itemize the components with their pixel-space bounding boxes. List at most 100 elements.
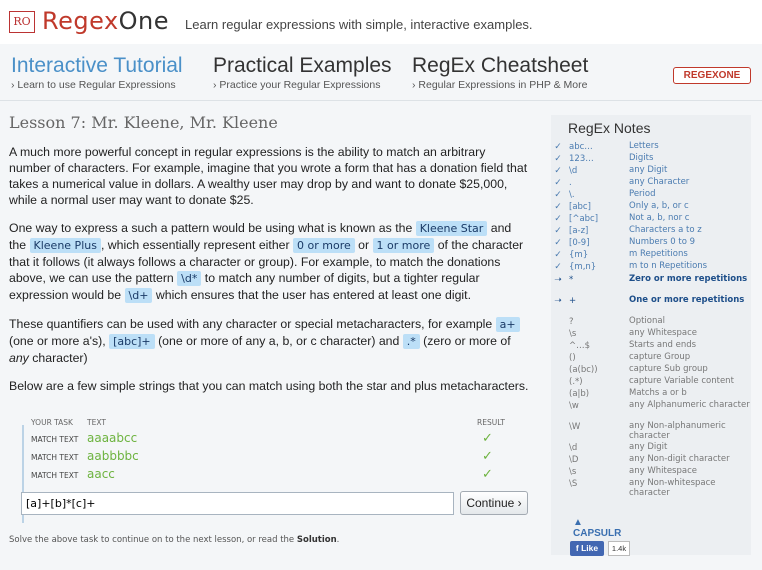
note-description: any Character: [629, 177, 690, 187]
note-description: m to n Repetitions: [629, 261, 708, 271]
text: , which essentially represent either: [100, 238, 294, 252]
note-symbol: (.*): [569, 377, 583, 387]
facebook-icon: f: [575, 543, 579, 553]
note-description: Starts and ends: [629, 340, 697, 350]
check-icon: ✓: [554, 142, 562, 152]
check-icon: ✓: [482, 431, 493, 446]
note-symbol: 123…: [569, 154, 594, 164]
note-symbol: \d: [569, 166, 578, 176]
nav-title: Practical Examples: [213, 54, 392, 77]
code-a-plus: a+: [495, 317, 520, 332]
footer-note: Solve the above task to continue on to t…: [9, 535, 339, 545]
continue-button[interactable]: Continue ›: [460, 491, 528, 515]
logo-text[interactable]: RegexOne: [42, 7, 169, 35]
note-symbol: \s: [569, 467, 577, 477]
header-divider: [0, 100, 762, 101]
task-header: YOUR TASK TEXT RESULT: [9, 414, 529, 427]
code-kleene-star: Kleene Star: [415, 221, 488, 236]
note-item: \S any Non-whitespace character: [551, 478, 751, 497]
note-description: any Non-alphanumeric character: [629, 421, 726, 441]
note-description: m Repetitions: [629, 249, 688, 259]
note-symbol: abc…: [569, 142, 593, 152]
tagline: Learn regular expressions with simple, i…: [185, 17, 533, 32]
nav-subtitle: › Learn to use Regular Expressions: [11, 79, 176, 91]
logo-prefix: Regex: [42, 7, 119, 35]
text: or: [354, 238, 373, 252]
note-description: any Non-whitespace character: [629, 478, 716, 498]
note-symbol: \S: [569, 479, 578, 489]
note-symbol: ^…$: [569, 341, 591, 351]
code-digit-star: \d*: [177, 271, 202, 286]
note-symbol: .: [569, 178, 572, 188]
note-symbol: (a|b): [569, 389, 590, 399]
text: (zero or more of: [419, 334, 511, 348]
main-nav: Interactive Tutorial › Learn to use Regu…: [0, 54, 762, 96]
lesson-paragraph-1: A much more powerful concept in regular …: [9, 145, 528, 207]
brand-badge[interactable]: REGEXONE: [673, 67, 751, 84]
note-description: any Alphanumeric character: [629, 400, 750, 410]
text-emphasis: any: [9, 351, 29, 365]
code-zero-or-more: 0 or more: [293, 238, 355, 253]
text: .: [336, 535, 340, 545]
text: which ensures that the user has entered …: [152, 288, 471, 302]
nav-subtitle: › Practice your Regular Expressions: [213, 79, 381, 91]
task-label: MATCH TEXT: [31, 435, 79, 444]
note-symbol: \D: [569, 455, 579, 465]
solution-link[interactable]: Solution: [297, 535, 337, 545]
logo-suffix: One: [118, 7, 170, 35]
note-description: Characters a to z: [629, 225, 702, 235]
lesson-title: Lesson 7: Mr. Kleene, Mr. Kleene: [9, 113, 278, 132]
note-description: Matchs a or b: [629, 388, 687, 398]
note-symbol: \.: [569, 190, 575, 200]
logo-mark[interactable]: RO: [9, 11, 35, 33]
text: One way to express a such a pattern woul…: [9, 221, 416, 235]
check-icon: ✓: [554, 262, 562, 272]
note-description: Numbers 0 to 9: [629, 237, 696, 247]
regex-notes-panel: RegEx Notes ✓ abc… Letters ✓ 123… Digits ✓ \d an…: [551, 115, 751, 555]
lesson-content: Lesson 7: Mr. Kleene, Mr. Kleene A much …: [9, 113, 529, 406]
note-description: Digits: [629, 153, 654, 163]
note-symbol: (): [569, 353, 576, 363]
note-description: capture Group: [629, 352, 691, 362]
note-description: Not a, b, nor c: [629, 213, 690, 223]
note-symbol: [^abc]: [569, 214, 599, 224]
capsulr-button[interactable]: ▲ CAPSULR: [573, 517, 633, 539]
lesson-paragraph-4: Below are a few simple strings that you …: [9, 379, 529, 393]
nav-interactive-tutorial[interactable]: Interactive Tutorial › Learn to use Regu…: [11, 54, 183, 91]
regex-input[interactable]: [21, 492, 454, 515]
check-icon: ✓: [482, 467, 493, 482]
like-count: 1.4k: [608, 541, 630, 556]
task-text: aaaabcc: [87, 431, 138, 445]
nav-regex-cheatsheet[interactable]: RegEx Cheatsheet › Regular Expressions i…: [412, 54, 588, 91]
code-one-or-more: 1 or more: [372, 238, 435, 253]
check-icon: ✓: [554, 250, 562, 260]
task-label: MATCH TEXT: [31, 453, 79, 462]
check-icon: ✓: [554, 238, 562, 248]
note-description: Only a, b, or c: [629, 201, 689, 211]
lesson-paragraph-2: One way to express a such a pattern woul…: [9, 220, 529, 304]
task-text: aacc: [87, 467, 115, 481]
col-your-task: YOUR TASK: [31, 418, 73, 427]
text: (one or more a's),: [9, 334, 110, 348]
note-symbol: \d: [569, 443, 578, 453]
note-symbol: [a-z]: [569, 226, 589, 236]
nav-subtitle: › Regular Expressions in PHP & More: [412, 79, 588, 91]
check-icon: ✓: [554, 178, 562, 188]
note-symbol: \w: [569, 401, 579, 411]
check-icon: ✓: [554, 202, 562, 212]
task-label: MATCH TEXT: [31, 471, 79, 480]
notes-title: RegEx Notes: [568, 120, 651, 136]
note-symbol: [abc]: [569, 202, 591, 212]
facebook-like-button[interactable]: f Like: [570, 541, 604, 556]
code-digit-plus: \d+: [124, 288, 153, 303]
note-symbol: *: [569, 275, 574, 285]
lesson-paragraph-3: These quantifiers can be used with any c…: [9, 316, 529, 366]
nav-practical-examples[interactable]: Practical Examples › Practice your Regul…: [213, 54, 392, 91]
note-description: any Digit: [629, 442, 668, 452]
code-kleene-plus: Kleene Plus: [29, 238, 101, 253]
note-symbol: (a(bc)): [569, 365, 598, 375]
note-description: Letters: [629, 141, 659, 151]
note-description: Zero or more repetitions: [629, 274, 748, 284]
note-symbol: \s: [569, 329, 577, 339]
note-description: One or more repetitions: [629, 295, 745, 305]
